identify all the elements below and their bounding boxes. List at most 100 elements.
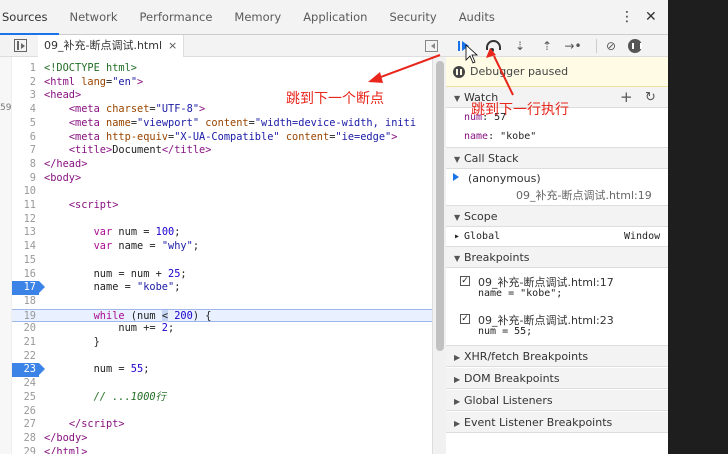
line-number[interactable]: 19 (12, 310, 36, 324)
line-number[interactable]: 16 (12, 268, 36, 282)
code-line[interactable]: 16 num = num + 25; (12, 268, 432, 282)
toggle-debugger-icon[interactable] (425, 40, 438, 52)
line-number[interactable]: 14 (12, 240, 36, 254)
step-over-icon[interactable] (482, 37, 502, 55)
line-number[interactable]: 12 (12, 213, 36, 227)
code-line[interactable]: 12 (12, 213, 432, 227)
line-number[interactable]: 27 (12, 418, 36, 432)
breakpoint-marker[interactable]: 17 (12, 281, 45, 295)
refresh-watch-icon[interactable]: ↻ (645, 87, 656, 108)
editor-scrollbar[interactable] (432, 57, 446, 454)
line-number[interactable]: 28 (12, 432, 36, 446)
pause-on-exceptions-icon[interactable] (625, 37, 645, 55)
code-line[interactable]: 15 (12, 254, 432, 268)
tab-performance[interactable]: Performance (129, 0, 224, 35)
xhr-breakpoints-header[interactable]: ▶ XHR/fetch Breakpoints (446, 346, 668, 367)
line-number[interactable]: 10 (12, 185, 36, 199)
line-number[interactable]: 8 (12, 158, 36, 172)
line-number[interactable]: 3 (12, 89, 36, 103)
deactivate-breakpoints-icon[interactable]: ⊘ (601, 37, 621, 55)
code-line[interactable]: 26 (12, 405, 432, 419)
line-number[interactable]: 5 (12, 117, 36, 131)
code-line[interactable]: 19 while (num < 200) { (12, 308, 432, 324)
code-text: <meta charset="UTF-8"> (68, 103, 206, 116)
resume-icon[interactable] (454, 37, 474, 55)
code-line[interactable]: 1 <!DOCTYPE html> (12, 62, 432, 76)
breakpoint-checkbox[interactable]: ✓ (460, 276, 470, 286)
line-number[interactable]: 24 (12, 377, 36, 391)
global-listeners-header[interactable]: ▶ Global Listeners (446, 390, 668, 411)
event-listener-breakpoints-header[interactable]: ▶ Event Listener Breakpoints (446, 412, 668, 433)
scope-header[interactable]: ▼ Scope (446, 206, 668, 227)
breakpoint-checkbox[interactable]: ✓ (460, 314, 470, 324)
close-file-icon[interactable]: × (168, 39, 177, 52)
scope-pane: ▸ Global Window (446, 227, 668, 247)
breakpoint-marker[interactable]: 23 (12, 363, 45, 378)
code-line[interactable]: 17 name = "kobe"; (12, 281, 432, 295)
code-editor[interactable]: 1 <!DOCTYPE html> 2 <html lang="en"> 3 <head>… (12, 57, 432, 454)
code-line[interactable]: 5 <meta name="viewport" content="width=d… (12, 117, 432, 131)
call-frame-name[interactable]: (anonymous) (468, 172, 541, 185)
code-text: </script> (68, 418, 125, 431)
step-into-icon[interactable]: ⇣ (510, 37, 530, 55)
watch-row[interactable]: name: "kobe" (464, 131, 536, 142)
tab-memory[interactable]: Memory (223, 0, 292, 35)
line-number[interactable]: 21 (12, 336, 36, 350)
code-line[interactable]: 29 </html> (12, 446, 432, 454)
code-line[interactable]: 22 (12, 350, 432, 364)
line-number[interactable]: 11 (12, 199, 36, 213)
line-number[interactable]: 13 (12, 226, 36, 240)
step-out-icon[interactable]: ⇡ (537, 37, 557, 55)
code-line[interactable]: 25 // ...1000行 (12, 391, 432, 405)
breakpoints-header[interactable]: ▼ Breakpoints (446, 247, 668, 268)
line-number[interactable]: 15 (12, 254, 36, 268)
tab-security[interactable]: Security (378, 0, 447, 35)
code-line[interactable]: 11 <script> (12, 199, 432, 213)
line-number[interactable]: 7 (12, 144, 36, 158)
close-devtools-icon[interactable]: ✕ (645, 0, 657, 35)
line-number[interactable]: 26 (12, 405, 36, 419)
line-number[interactable]: 2 (12, 76, 36, 90)
line-number[interactable]: 9 (12, 172, 36, 186)
scope-global-label[interactable]: Global (464, 227, 500, 247)
file-tab[interactable]: 09_补充-断点调试.html × (38, 35, 185, 57)
code-line[interactable]: 14 var name = "why"; (12, 240, 432, 254)
tab-audits[interactable]: Audits (448, 0, 506, 35)
line-number[interactable]: 25 (12, 391, 36, 405)
tab-application[interactable]: Application (292, 0, 378, 35)
line-number[interactable]: 22 (12, 350, 36, 364)
file-tab-bar: 09_补充-断点调试.html × (0, 35, 446, 57)
call-stack-header[interactable]: ▼ Call Stack (446, 148, 668, 169)
code-line[interactable]: 27 </script> (12, 418, 432, 432)
call-frame-location[interactable]: 09_补充-断点调试.html:19 (516, 187, 652, 203)
debugger-toolbar: ⇣ ⇡ →• ⊘ (446, 35, 668, 57)
line-number[interactable]: 18 (12, 295, 36, 309)
paused-text: Debugger paused (470, 65, 569, 78)
code-line[interactable]: 10 (12, 185, 432, 199)
code-line[interactable]: 23 num = 55; (12, 363, 432, 378)
add-watch-icon[interactable]: + (620, 87, 633, 108)
line-number[interactable]: 1 (12, 62, 36, 76)
dom-breakpoints-header[interactable]: ▶ DOM Breakpoints (446, 368, 668, 389)
tab-sources[interactable]: Sources (0, 0, 59, 35)
tab-network[interactable]: Network (59, 0, 129, 35)
line-number[interactable]: 4 (12, 103, 36, 117)
line-number[interactable]: 20 (12, 322, 36, 336)
code-line[interactable]: 18 (12, 295, 432, 309)
toggle-navigator-icon[interactable] (14, 39, 27, 52)
code-line[interactable]: 24 (12, 377, 432, 391)
line-number[interactable]: 29 (12, 446, 36, 454)
code-line[interactable]: 21 } (12, 336, 432, 350)
line-number[interactable]: 6 (12, 131, 36, 145)
code-line[interactable]: 7 <title>Document</title> (12, 144, 432, 158)
code-line[interactable]: 6 <meta http-equiv="X-UA-Compatible" con… (12, 131, 432, 145)
code-line[interactable]: 8 </head> (12, 158, 432, 172)
more-menu-icon[interactable]: ⋮ (620, 0, 634, 35)
scrollbar-thumb[interactable] (436, 61, 444, 351)
step-icon[interactable]: →• (563, 37, 583, 55)
code-line[interactable]: 20 num += 2; (12, 322, 432, 336)
code-line[interactable]: 28 </body> (12, 432, 432, 446)
section-title: DOM Breakpoints (464, 372, 560, 385)
code-line[interactable]: 9 <body> (12, 172, 432, 186)
code-line[interactable]: 13 var num = 100; (12, 226, 432, 240)
